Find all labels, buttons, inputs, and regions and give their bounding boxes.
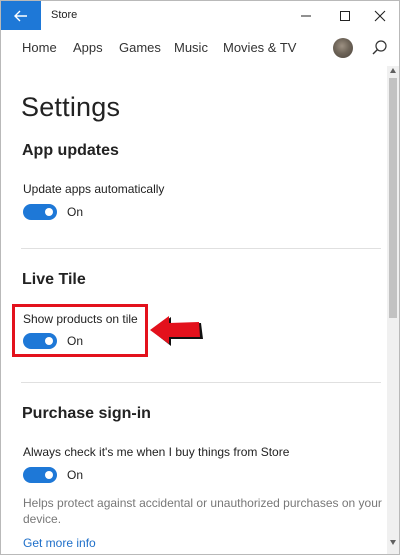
window-title: Store [51, 9, 78, 21]
toggle-knob [45, 471, 53, 479]
section-divider [21, 248, 381, 249]
page-title: Settings [21, 92, 121, 122]
minimize-button[interactable] [289, 1, 323, 30]
section-heading-live-tile: Live Tile [22, 271, 86, 288]
maximize-icon [340, 10, 350, 21]
title-bar: Store [1, 1, 399, 30]
nav-item-games[interactable]: Games [119, 40, 161, 55]
toggle-knob [45, 208, 53, 216]
vertical-scrollbar[interactable] [387, 66, 399, 554]
scroll-thumb[interactable] [389, 78, 397, 318]
section-divider [21, 382, 381, 383]
annotation-arrow-icon [150, 316, 203, 346]
nav-item-apps[interactable]: Apps [73, 40, 103, 55]
search-icon [372, 40, 387, 55]
update-apps-toggle[interactable] [23, 204, 57, 220]
back-arrow-icon [14, 10, 27, 21]
store-window: Store Home Apps Games Music Movies & TV [0, 0, 400, 555]
search-button[interactable] [371, 39, 389, 57]
scroll-up-icon[interactable] [390, 68, 396, 73]
top-nav: Home Apps Games Music Movies & TV [1, 30, 387, 66]
back-button[interactable] [1, 1, 41, 30]
section-heading-app-updates: App updates [22, 142, 119, 159]
avatar[interactable] [333, 38, 353, 58]
nav-item-home[interactable]: Home [22, 40, 57, 55]
helper-text: Helps protect against accidental or unau… [23, 496, 382, 526]
setting-label-update-apps: Update apps automatically [23, 182, 165, 196]
always-check-toggle[interactable] [23, 467, 57, 483]
close-button[interactable] [363, 1, 397, 30]
get-more-info-link[interactable]: Get more info [23, 536, 96, 550]
scroll-down-icon[interactable] [390, 540, 396, 545]
update-apps-toggle-state: On [67, 205, 84, 219]
annotation-highlight-box [12, 304, 148, 357]
setting-label-always-check: Always check it's me when I buy things f… [23, 445, 290, 459]
nav-item-music[interactable]: Music [174, 40, 208, 55]
always-check-toggle-state: On [67, 468, 84, 482]
minimize-icon [301, 15, 311, 16]
maximize-button[interactable] [328, 1, 362, 30]
nav-item-movies-tv[interactable]: Movies & TV [223, 40, 296, 55]
close-icon [374, 10, 386, 21]
section-heading-purchase-signin: Purchase sign-in [22, 405, 151, 422]
